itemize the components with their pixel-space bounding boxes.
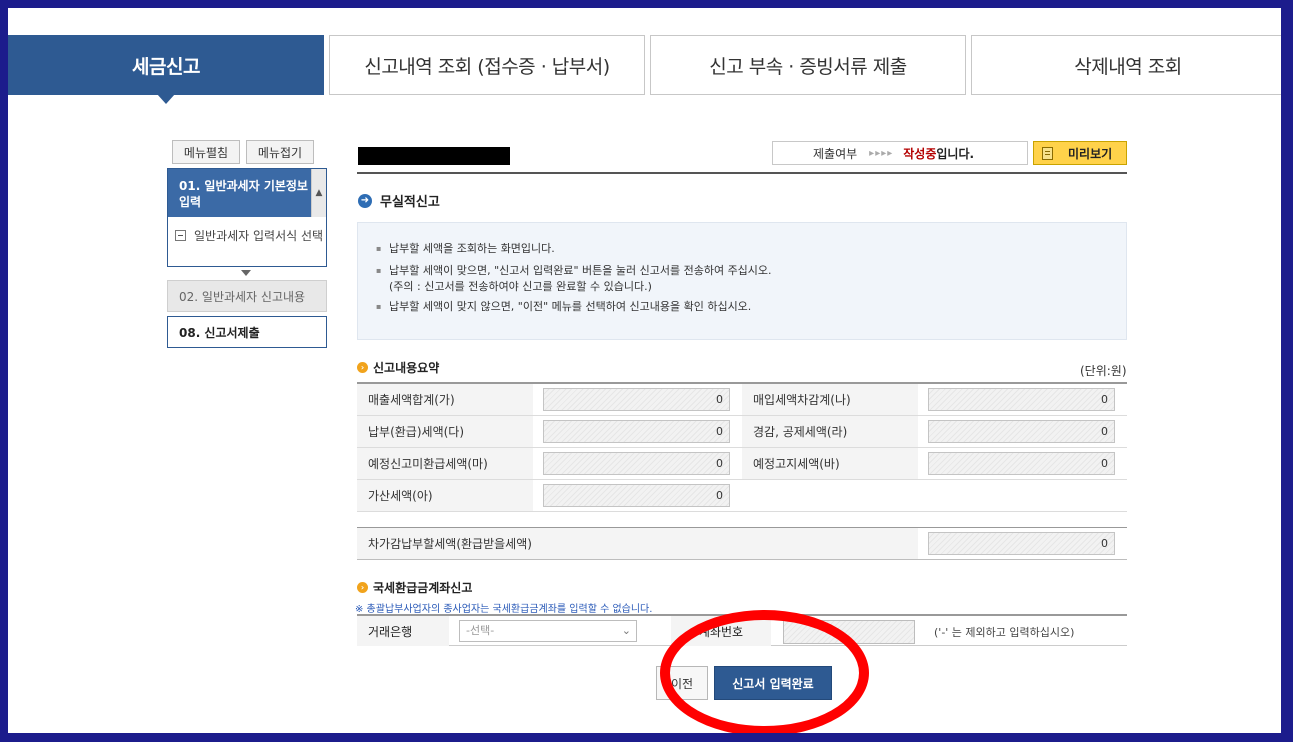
info-line: 납부할 세액이 맞지 않으면, "이전" 메뉴를 선택하여 신고내용을 확인 하… (376, 299, 1126, 315)
page-frame: 세금신고 신고내역 조회 (접수증 · 납부서) 신고 부속 · 증빙서류 제출… (8, 8, 1281, 733)
tab-deleted-history[interactable]: 삭제내역 조회 (971, 35, 1281, 95)
field-label: 매입세액차감계(나) (742, 382, 918, 416)
amount-field: 0 (543, 452, 730, 475)
field-label: 예정신고미환급세액(마) (357, 447, 533, 480)
status-suffix: 입니다. (936, 146, 975, 161)
refund-notice: ※ 총괄납부사업자의 종사업자는 국세환급금계좌를 입력할 수 없습니다. (355, 604, 653, 615)
bank-select[interactable]: -선택- ⌄ (459, 620, 637, 642)
preview-button[interactable]: 미리보기 (1033, 141, 1127, 165)
sidebar-step-1: 01. 일반과세자 기본정보 입력 ▲ 일반과세자 입력서식 선택 (167, 168, 327, 267)
refund-title-text: 국세환급금계좌신고 (373, 581, 473, 595)
table-row: 예정신고미환급세액(마) 0 예정고지세액(바) 0 (357, 447, 1127, 480)
sidebar-item-form-select[interactable]: 일반과세자 입력서식 선택 (175, 228, 323, 244)
table-row: 가산세액(아) 0 (357, 479, 1127, 512)
amount-field: 0 (543, 420, 730, 443)
table-row: 납부(환급)세액(다) 0 경감, 공제세액(라) 0 (357, 415, 1127, 448)
section-title-text: 무실적신고 (380, 195, 440, 210)
status-label: 제출여부 (813, 146, 858, 161)
field-label: 예정고지세액(바) (742, 447, 918, 480)
menu-expand-button[interactable]: 메뉴펼침 (172, 140, 240, 164)
info-line: 납부할 세액이 맞으면, "신고서 입력완료" 버튼을 눌러 신고서를 전송하여… (376, 263, 1126, 295)
submission-status: 제출여부 ▸▸▸▸ 작성중 입니다. (772, 141, 1028, 165)
sidebar-item-label: 일반과세자 입력서식 선택 (194, 229, 324, 243)
sidebar-item-basic-info[interactable]: 01. 일반과세자 기본정보 입력 (168, 169, 326, 217)
amount-field: 0 (928, 388, 1115, 411)
top-tabs: 세금신고 신고내역 조회 (접수증 · 납부서) 신고 부속 · 증빙서류 제출… (8, 35, 1281, 104)
total-amount-field: 0 (928, 532, 1115, 555)
down-arrow-icon (241, 270, 251, 276)
bank-label: 거래은행 (357, 616, 449, 646)
amount-field: 0 (543, 388, 730, 411)
field-label: 가산세액(아) (357, 479, 533, 512)
annotation-circle (660, 610, 869, 733)
sidebar-item-submit[interactable]: 08. 신고서제출 (167, 316, 327, 348)
field-label: 경감, 공제세액(라) (742, 415, 918, 448)
arrows-icon: ▸▸▸▸ (869, 147, 894, 159)
chevron-down-icon: ⌄ (621, 624, 631, 637)
redacted-name (358, 147, 510, 165)
menu-collapse-button[interactable]: 메뉴접기 (246, 140, 314, 164)
info-box: 납부할 세액을 조회하는 화면입니다. 납부할 세액이 맞으면, "신고서 입력… (357, 222, 1127, 340)
divider (357, 172, 1127, 174)
sidebar-item-report-content[interactable]: 02. 일반과세자 신고내용 (167, 280, 327, 312)
minus-icon (175, 230, 186, 241)
tab-filing-history[interactable]: 신고내역 조회 (접수증 · 납부서) (329, 35, 645, 95)
bank-select-value: -선택- (466, 624, 495, 637)
status-state: 작성중 (903, 146, 937, 161)
sidebar-scrollbar[interactable]: ▲ (311, 169, 326, 217)
bullet-arrow-icon: › (357, 362, 368, 373)
summary-title-text: 신고내용요약 (373, 361, 440, 375)
document-icon (1042, 147, 1053, 160)
summary-table: 매출세액합계(가) 0 매입세액차감계(나) 0 납부(환급)세액(다) 0 경… (357, 382, 1127, 512)
preview-label: 미리보기 (1068, 146, 1113, 161)
table-row: 매출세액합계(가) 0 매입세액차감계(나) 0 (357, 382, 1127, 416)
refund-title: › 국세환급금계좌신고 (357, 579, 472, 596)
bullet-arrow-icon: › (357, 582, 368, 593)
info-line: 납부할 세액을 조회하는 화면입니다. (376, 241, 1126, 257)
arrow-right-icon: ➜ (358, 193, 372, 208)
unit-label: (단위:원) (1080, 364, 1127, 378)
section-title: ➜ 무실적신고 (358, 191, 440, 210)
amount-field: 0 (928, 420, 1115, 443)
field-label: 매출세액합계(가) (357, 382, 533, 416)
table-row: 차가감납부할세액(환급받을세액) 0 (357, 527, 1127, 560)
total-table: 차가감납부할세액(환급받을세액) 0 (357, 527, 1127, 560)
total-label: 차가감납부할세액(환급받을세액) (357, 527, 918, 560)
summary-title: › 신고내용요약 (357, 359, 439, 376)
amount-field: 0 (928, 452, 1115, 475)
tab-tax-filing[interactable]: 세금신고 (8, 35, 324, 104)
account-hint: ('-' 는 제외하고 입력하십시오) (934, 626, 1075, 639)
info-line-text: 납부할 세액이 맞으면, "신고서 입력완료" 버튼을 눌러 신고서를 전송하여… (389, 264, 772, 277)
amount-field: 0 (543, 484, 730, 507)
tab-attachment-submit[interactable]: 신고 부속 · 증빙서류 제출 (650, 35, 966, 95)
info-line-note: (주의 : 신고서를 전송하여야 신고를 완료할 수 있습니다.) (389, 280, 652, 293)
field-label: 납부(환급)세액(다) (357, 415, 533, 448)
